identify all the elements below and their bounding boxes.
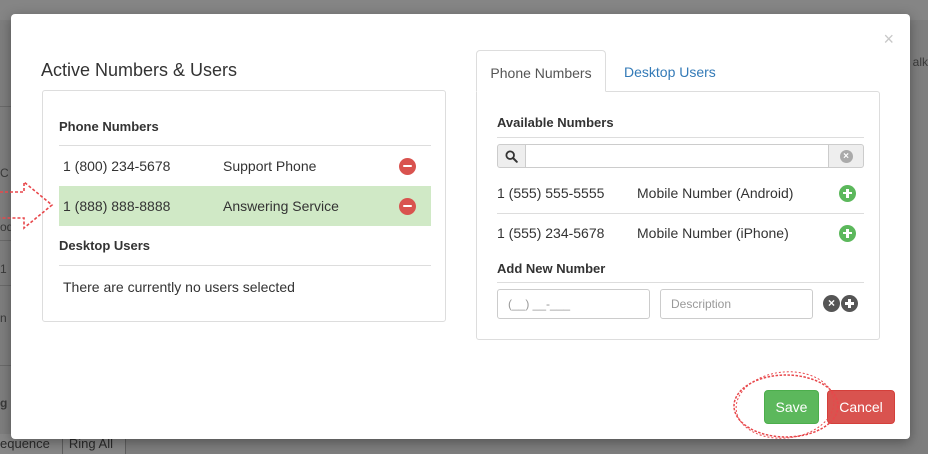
search-input[interactable]: [526, 144, 828, 168]
clear-icon: ×: [839, 149, 853, 163]
no-users-message: There are currently no users selected: [63, 279, 295, 295]
phone-description: Answering Service: [223, 198, 339, 214]
new-number-input[interactable]: [497, 289, 650, 319]
divider: [59, 265, 431, 266]
available-numbers-panel: Available Numbers × 1 (555) 555-5555 Mob…: [476, 91, 880, 340]
tab-desktop-users[interactable]: Desktop Users: [624, 50, 716, 92]
background-text: alk: [912, 55, 928, 69]
close-icon[interactable]: ×: [883, 30, 894, 48]
divider: [497, 137, 864, 138]
add-circle-icon[interactable]: [839, 184, 856, 202]
phone-number: 1 (555) 555-5555: [497, 185, 605, 201]
background-text: g: [0, 396, 8, 410]
search-icon: [497, 144, 526, 168]
active-number-row: 1 (800) 234-5678 Support Phone: [59, 146, 431, 186]
search-group: ×: [497, 144, 864, 168]
phone-description: Support Phone: [223, 158, 317, 174]
phone-numbers-heading: Phone Numbers: [59, 119, 159, 134]
remove-circle-icon[interactable]: [399, 157, 416, 175]
modal-dialog: × Active Numbers & Users Phone Numbers 1…: [11, 14, 910, 439]
desktop-users-heading: Desktop Users: [59, 238, 151, 253]
phone-number: 1 (888) 888-8888: [63, 198, 171, 214]
phone-number: 1 (800) 234-5678: [63, 158, 171, 174]
add-new-number-heading: Add New Number: [497, 261, 606, 276]
add-new-number-icon[interactable]: [841, 295, 858, 312]
active-numbers-panel: Phone Numbers 1 (800) 234-5678 Support P…: [42, 90, 446, 322]
available-numbers-heading: Available Numbers: [497, 115, 614, 130]
phone-number: 1 (555) 234-5678: [497, 225, 605, 241]
clear-search-button[interactable]: ×: [828, 144, 864, 168]
phone-description: Mobile Number (iPhone): [637, 225, 789, 241]
phone-description: Mobile Number (Android): [637, 185, 794, 201]
clear-new-number-icon[interactable]: ×: [823, 295, 840, 312]
background-text: C: [0, 166, 9, 180]
new-description-input[interactable]: [660, 289, 813, 319]
active-numbers-title: Active Numbers & Users: [41, 60, 238, 80]
cancel-button[interactable]: Cancel: [827, 390, 895, 424]
background-text: 1: [0, 262, 7, 276]
tab-phone-numbers[interactable]: Phone Numbers: [476, 50, 606, 92]
divider: [497, 282, 864, 283]
available-number-row: 1 (555) 555-5555 Mobile Number (Android): [497, 173, 864, 213]
add-circle-icon[interactable]: [839, 224, 856, 242]
remove-circle-icon[interactable]: [399, 197, 416, 215]
background-text: n: [0, 311, 7, 325]
available-number-row: 1 (555) 234-5678 Mobile Number (iPhone): [497, 213, 864, 253]
save-button[interactable]: Save: [764, 390, 819, 424]
active-number-row-selected: 1 (888) 888-8888 Answering Service: [59, 186, 431, 226]
tab-bar: Phone Numbers Desktop Users: [476, 50, 880, 92]
